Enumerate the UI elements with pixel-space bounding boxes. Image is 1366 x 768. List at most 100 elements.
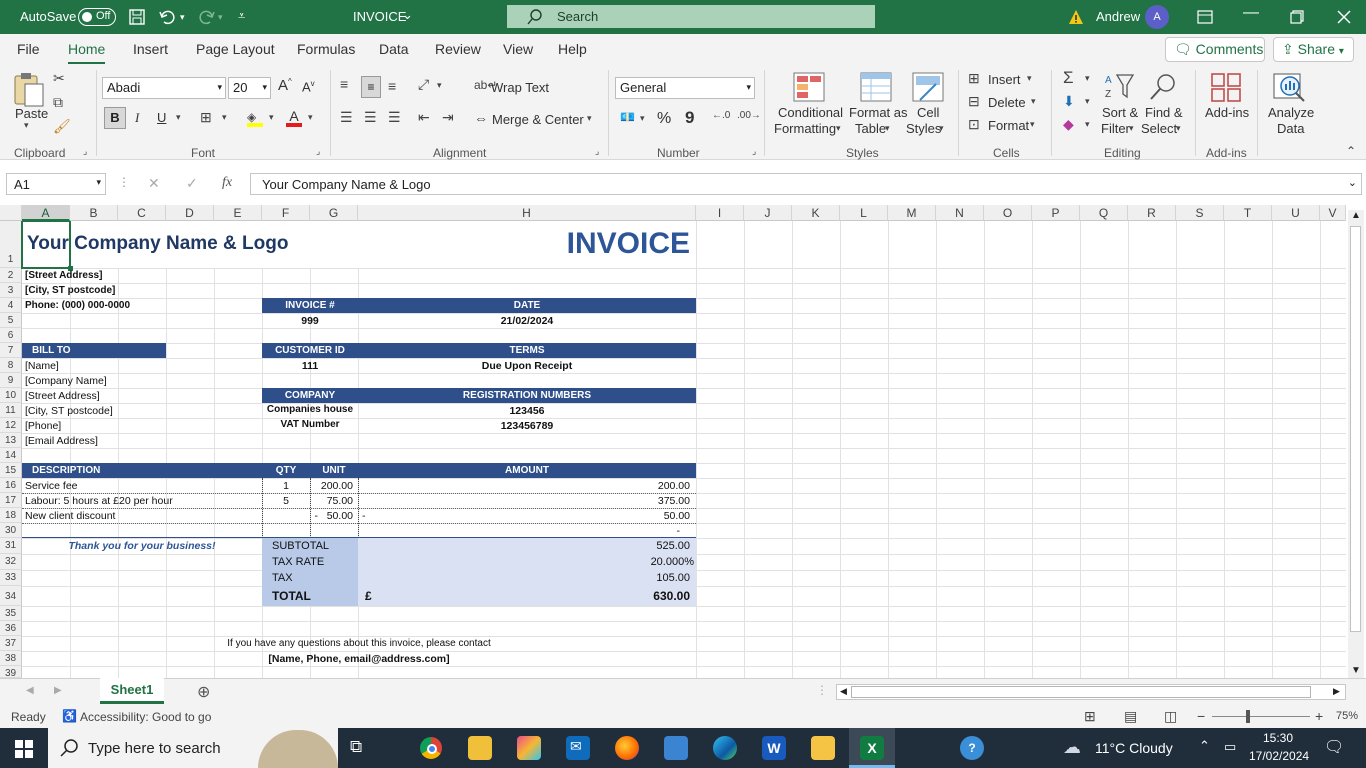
minimize-icon[interactable]: — [1243,4,1259,22]
orientation-chevron-icon[interactable]: ▾ [437,80,442,91]
redo-icon[interactable] [198,8,216,26]
format-as-table-chevron-icon[interactable]: ▾ [885,123,890,134]
worksheet-grid[interactable]: 1 2 3 4 5 6 7 8 9 10 11 12 13 14 15 16 1… [0,221,1346,678]
document-title[interactable]: INVOICE [353,9,406,24]
col-header-k[interactable]: K [792,205,840,221]
row-header-7[interactable]: 7 [0,343,22,358]
merge-center-label[interactable]: Merge & Center [492,112,584,127]
sort-filter-chevron-icon[interactable]: ▾ [1129,123,1134,134]
tab-file[interactable]: File [17,41,40,57]
row-header-11[interactable]: 11 [0,403,22,418]
accounting-format-icon[interactable]: 💶 [620,110,635,124]
tab-data[interactable]: Data [379,41,409,57]
notifications-icon[interactable]: 🗨 [1324,737,1344,757]
add-ins-label[interactable]: Add-ins [1205,105,1249,120]
row-header-9[interactable]: 9 [0,373,22,388]
clear-icon[interactable]: ◆ [1063,116,1074,133]
accounting-chevron-icon[interactable]: ▾ [640,113,645,124]
vertical-scroll-thumb[interactable] [1350,226,1361,632]
row-header-31[interactable]: 31 [0,538,22,554]
col-header-q[interactable]: Q [1080,205,1128,221]
cancel-entry-icon[interactable]: ✕ [148,175,160,192]
collapse-ribbon-icon[interactable]: ⌃ [1346,144,1356,158]
row-header-1[interactable]: 1 [0,221,22,268]
tab-splitter-icon[interactable]: ⋮ [816,683,828,697]
font-color-icon[interactable]: A [286,108,302,127]
analyze-data-label-2[interactable]: Data [1277,121,1304,136]
row-header-13[interactable]: 13 [0,433,22,448]
accessibility-icon[interactable]: ♿ [62,709,77,723]
scroll-down-icon[interactable]: ▼ [1351,665,1361,676]
scroll-left-icon[interactable]: ◀ [840,686,847,697]
align-right-icon[interactable]: ☰ [388,109,401,126]
accessibility-status[interactable]: Accessibility: Good to go [80,710,211,724]
sort-filter-label-1[interactable]: Sort & [1102,105,1138,120]
clear-chevron-icon[interactable]: ▾ [1085,119,1090,130]
col-header-e[interactable]: E [214,205,262,221]
paste-chevron-icon[interactable]: ▾ [24,120,29,131]
row-header-16[interactable]: 16 [0,478,22,493]
page-layout-view-icon[interactable]: ▤ [1124,708,1137,725]
col-header-l[interactable]: L [840,205,888,221]
scroll-up-icon[interactable]: ▲ [1351,210,1361,221]
format-cells-icon[interactable]: ⊡ [968,116,980,133]
format-painter-icon[interactable]: 🖌 [53,118,71,135]
format-as-table-icon[interactable] [860,72,892,102]
taskbar-search-box[interactable]: Type here to search [48,728,338,768]
autosum-chevron-icon[interactable]: ▾ [1085,73,1090,84]
firefox-icon[interactable] [615,736,639,760]
font-name-select[interactable]: Abadi ▾ [102,77,226,99]
tab-home[interactable]: Home [68,41,106,65]
number-format-select[interactable]: General ▾ [615,77,755,99]
tray-chevron-icon[interactable]: ⌃ [1199,738,1210,754]
find-select-icon[interactable] [1148,72,1178,102]
wrap-text-label[interactable]: Wrap Text [491,80,549,95]
font-color-chevron-icon[interactable]: ▾ [308,112,313,123]
col-header-v[interactable]: V [1320,205,1346,221]
warning-icon[interactable] [1068,9,1084,25]
decrease-indent-icon[interactable]: ⇤ [418,109,430,126]
col-header-h[interactable]: H [358,205,696,221]
task-view-icon[interactable]: ⧉ [350,737,362,757]
row-header-6[interactable]: 6 [0,328,22,343]
help-icon[interactable]: ? [960,736,984,760]
col-header-p[interactable]: P [1032,205,1080,221]
windows-start-icon[interactable] [15,740,33,758]
find-select-chevron-icon[interactable]: ▾ [1176,123,1181,134]
share-button[interactable]: ⇪ Share ▾ [1273,37,1354,62]
clock-time[interactable]: 15:30 [1263,731,1293,745]
decrease-decimal-icon[interactable]: .00→ [737,110,761,121]
folder-icon[interactable] [811,736,835,760]
file-explorer-photo-icon[interactable] [468,736,492,760]
col-header-n[interactable]: N [936,205,984,221]
close-icon[interactable] [1337,10,1351,24]
percent-style-button[interactable]: % [657,110,671,128]
align-top-icon[interactable]: ≡ [340,76,348,92]
name-box[interactable]: A1 ▾ [6,173,106,195]
underline-chevron-icon[interactable]: ▾ [176,112,181,123]
analyze-data-label-1[interactable]: Analyze [1268,105,1314,120]
row-header-4[interactable]: 4 [0,298,22,313]
formula-input[interactable]: Your Company Name & Logo ⌄ [250,173,1362,195]
fill-color-icon[interactable]: ◈ [247,110,263,127]
delete-cells-icon[interactable]: ⊟ [968,93,980,110]
fill-chevron-icon[interactable]: ▾ [1085,96,1090,107]
analyze-data-icon[interactable] [1272,72,1306,102]
select-all-corner[interactable] [0,205,22,221]
row-header-3[interactable]: 3 [0,283,22,298]
comma-style-button[interactable]: 9 [685,108,694,128]
title-chevron-down-icon[interactable]: ⌄ [402,7,413,23]
cell-styles-label-1[interactable]: Cell [917,105,939,120]
fill-color-chevron-icon[interactable]: ▾ [269,112,274,123]
tab-help[interactable]: Help [558,41,587,57]
next-sheet-icon[interactable]: ▶ [54,685,62,696]
insert-cells-icon[interactable]: ⊞ [968,70,980,87]
cell-styles-chevron-icon[interactable]: ▾ [939,123,944,134]
word-icon[interactable]: W [762,736,786,760]
clipboard-launcher-icon[interactable]: ⌟ [83,146,87,157]
photos-icon[interactable] [517,736,541,760]
merge-chevron-icon[interactable]: ▾ [587,113,592,124]
format-chevron-icon[interactable]: ▾ [1030,119,1035,130]
pc-icon[interactable] [664,736,688,760]
undo-dropdown-icon[interactable]: ▾ [180,12,185,23]
